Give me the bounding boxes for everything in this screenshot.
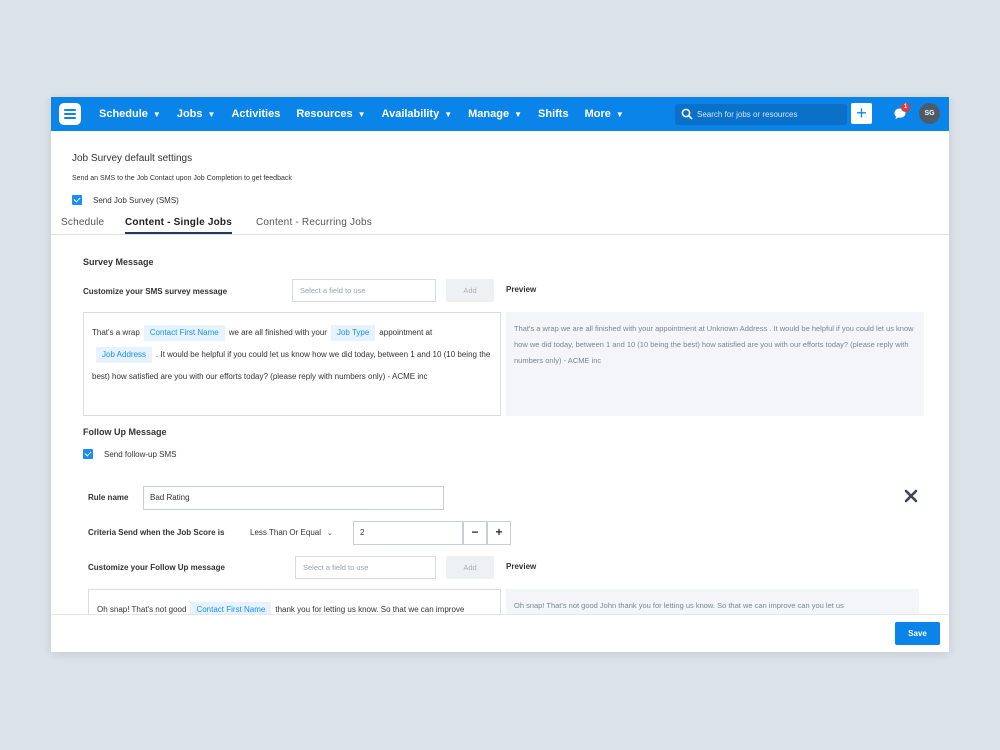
criteria-label: Criteria Send when the Job Score is	[88, 528, 225, 537]
nav-jobs-label: Jobs	[176, 108, 203, 120]
criteria-operator-value: Less Than Or Equal	[250, 528, 322, 537]
followup-field-select[interactable]: Select a field to use	[295, 556, 436, 579]
message-text: That's a wrap	[92, 328, 140, 337]
chevron-down-icon: ▼	[615, 109, 624, 119]
nav-activities-label: Activities	[231, 108, 281, 120]
job-address-tag[interactable]: Job Address	[96, 347, 153, 363]
follow-up-message-title: Follow Up Message	[83, 427, 167, 437]
survey-message-editor[interactable]: That's a wrap Contact First Name we are al…	[83, 312, 501, 416]
rule-name-label: Rule name	[88, 493, 129, 502]
tab-content-single-jobs[interactable]: Content - Single Jobs	[125, 217, 232, 234]
message-text: appointment at	[379, 328, 433, 337]
add-new-button[interactable]: +	[851, 103, 872, 124]
nav-more-label: More	[584, 108, 611, 120]
send-job-survey-label: Send Job Survey (SMS)	[93, 196, 179, 205]
chevron-down-icon: ▼	[357, 109, 366, 119]
app-window: Schedule ▼ Jobs ▼ Activities Resources ▼ Av…	[51, 97, 949, 652]
survey-field-select[interactable]: Select a field to use	[292, 279, 436, 302]
nav-jobs[interactable]: Jobs ▼	[177, 108, 216, 120]
nav-availability[interactable]: Availability ▼	[382, 108, 453, 120]
chevron-down-icon: ▼	[152, 109, 161, 119]
nav-schedule-label: Schedule	[99, 108, 148, 120]
main-nav: Schedule ▼ Jobs ▼ Activities Resources ▼ Av…	[99, 97, 640, 131]
message-text: we are all finished with your	[228, 328, 327, 337]
chevron-down-icon: ▼	[514, 109, 523, 119]
top-nav-bar: Schedule ▼ Jobs ▼ Activities Resources ▼ Av…	[51, 97, 949, 131]
followup-preview-label: Preview	[506, 562, 537, 571]
app-logo-icon[interactable]	[59, 103, 81, 125]
decrement-button[interactable]: −	[463, 521, 487, 545]
footer-bar: Save	[51, 614, 949, 652]
nav-manage-label: Manage	[468, 108, 510, 120]
chevron-down-icon: ▼	[207, 109, 216, 119]
job-type-tag[interactable]: Job Type	[330, 325, 376, 341]
nav-manage[interactable]: Manage ▼	[468, 108, 522, 120]
nav-schedule[interactable]: Schedule ▼	[99, 108, 161, 120]
message-text: Oh snap! That's not good	[97, 605, 187, 614]
survey-preview-label: Preview	[506, 285, 537, 294]
nav-availability-label: Availability	[381, 108, 440, 120]
page-description: Send an SMS to the Job Contact upon Job …	[72, 175, 292, 182]
tab-content-recurring-jobs[interactable]: Content - Recurring Jobs	[256, 217, 372, 228]
survey-add-button[interactable]: Add	[446, 279, 494, 302]
nav-resources[interactable]: Resources ▼	[296, 108, 365, 120]
message-text: thank you for letting us know. So that w…	[275, 605, 465, 614]
survey-preview-box: That's a wrap we are all finished with y…	[506, 312, 924, 416]
search-icon	[681, 108, 693, 120]
page-title: Job Survey default settings	[72, 153, 193, 164]
nav-shifts-label: Shifts	[538, 108, 569, 120]
user-avatar[interactable]: SG	[919, 103, 940, 124]
criteria-score-input[interactable]: 2	[353, 521, 463, 545]
notification-badge: 1	[901, 103, 910, 112]
save-button[interactable]: Save	[895, 622, 940, 645]
nav-shifts[interactable]: Shifts	[538, 108, 569, 120]
nav-more[interactable]: More ▼	[585, 108, 624, 120]
search-box	[675, 104, 847, 125]
rule-name-input[interactable]: Bad Rating	[143, 486, 444, 510]
send-follow-up-checkbox[interactable]	[83, 449, 93, 459]
chevron-down-icon: ⌄	[327, 530, 333, 537]
content-tabs: Schedule Content - Single Jobs Content -…	[51, 215, 949, 235]
close-icon[interactable]	[903, 488, 919, 504]
tab-schedule[interactable]: Schedule	[61, 217, 104, 228]
followup-add-button[interactable]: Add	[446, 556, 494, 579]
send-job-survey-checkbox[interactable]	[72, 195, 82, 205]
chevron-down-icon: ▼	[444, 109, 453, 119]
contact-first-name-tag[interactable]: Contact First Name	[143, 325, 225, 341]
increment-button[interactable]: +	[487, 521, 511, 545]
followup-customize-label: Customize your Follow Up message	[88, 563, 225, 572]
survey-message-title: Survey Message	[83, 257, 154, 267]
search-input[interactable]	[697, 104, 842, 125]
nav-resources-label: Resources	[296, 108, 353, 120]
send-follow-up-label: Send follow-up SMS	[104, 450, 177, 459]
survey-customize-label: Customize your SMS survey message	[83, 287, 228, 296]
criteria-operator-dropdown[interactable]: Less Than Or Equal ⌄	[250, 528, 333, 537]
nav-activities[interactable]: Activities	[231, 108, 280, 120]
